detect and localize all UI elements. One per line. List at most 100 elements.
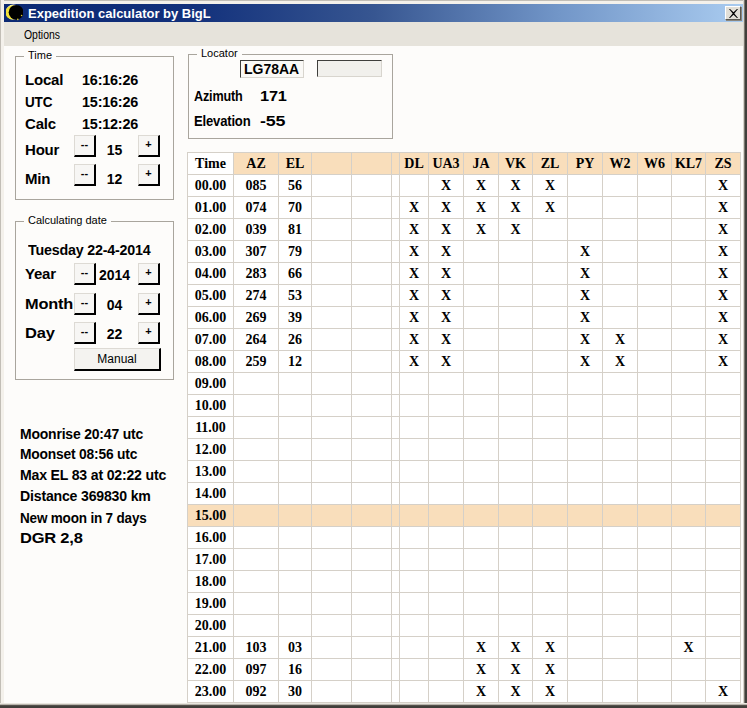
table-cell[interactable] [638,593,672,615]
table-cell[interactable] [638,263,672,285]
table-cell[interactable] [400,681,429,703]
table-cell[interactable] [568,219,603,241]
table-time-cell[interactable]: 07.00 [188,329,234,351]
table-cell[interactable] [392,571,400,593]
table-cell[interactable] [568,395,603,417]
table-cell[interactable] [638,659,672,681]
table-cell[interactable] [352,329,392,351]
table-cell[interactable] [352,615,392,637]
table-cell[interactable]: 66 [279,263,312,285]
table-cell[interactable] [499,615,533,637]
table-cell[interactable] [638,483,672,505]
table-cell[interactable] [672,593,706,615]
table-cell[interactable] [672,285,706,307]
table-cell[interactable] [533,285,568,307]
table-cell[interactable] [279,571,312,593]
table-cell[interactable] [499,527,533,549]
table-cell[interactable] [533,461,568,483]
hour-plus-button[interactable]: + [138,135,160,157]
table-cell[interactable] [464,571,499,593]
table-time-cell[interactable]: 20.00 [188,615,234,637]
table-cell[interactable] [603,219,638,241]
table-cell[interactable]: 039 [234,219,279,241]
table-cell[interactable]: 03 [279,637,312,659]
table-cell[interactable] [352,527,392,549]
table-cell[interactable] [638,505,672,527]
table-time-cell[interactable]: 05.00 [188,285,234,307]
table-cell[interactable] [499,483,533,505]
table-cell[interactable] [392,263,400,285]
table-cell[interactable] [312,637,352,659]
table-time-cell[interactable]: 00.00 [188,175,234,197]
table-cell[interactable] [499,263,533,285]
table-cell[interactable] [603,681,638,703]
table-cell[interactable] [352,395,392,417]
table-cell[interactable] [392,373,400,395]
table-cell[interactable]: X [499,659,533,681]
day-plus-button[interactable]: + [138,322,160,344]
table-cell[interactable] [603,593,638,615]
table-cell[interactable] [392,285,400,307]
table-cell[interactable] [672,351,706,373]
table-time-cell[interactable]: 17.00 [188,549,234,571]
table-cell[interactable] [279,549,312,571]
table-cell[interactable] [400,461,429,483]
table-cell[interactable] [392,175,400,197]
table-cell[interactable] [706,505,741,527]
table-cell[interactable]: X [464,197,499,219]
table-cell[interactable] [533,241,568,263]
table-cell[interactable] [568,373,603,395]
table-cell[interactable] [533,417,568,439]
table-cell[interactable] [672,681,706,703]
table-cell[interactable] [533,615,568,637]
table-cell[interactable] [312,307,352,329]
table-cell[interactable] [352,637,392,659]
table-cell[interactable] [533,395,568,417]
table-cell[interactable] [603,527,638,549]
table-cell[interactable] [533,329,568,351]
day-minus-button[interactable]: -- [74,322,96,344]
table-cell[interactable] [499,571,533,593]
table-cell[interactable] [499,439,533,461]
table-cell[interactable] [352,461,392,483]
table-cell[interactable] [400,637,429,659]
table-cell[interactable]: X [464,637,499,659]
table-cell[interactable] [672,461,706,483]
table-cell[interactable] [499,351,533,373]
table-cell[interactable] [392,197,400,219]
table-cell[interactable] [352,373,392,395]
table-cell[interactable] [312,373,352,395]
table-cell[interactable] [392,307,400,329]
table-cell[interactable] [352,593,392,615]
table-time-cell[interactable]: 04.00 [188,263,234,285]
table-cell[interactable] [603,263,638,285]
table-cell[interactable] [638,571,672,593]
table-cell[interactable] [392,615,400,637]
table-cell[interactable] [234,505,279,527]
table-cell[interactable] [234,373,279,395]
table-cell[interactable]: X [429,351,464,373]
manual-button[interactable]: Manual [74,348,161,371]
table-cell[interactable] [234,615,279,637]
table-cell[interactable] [400,659,429,681]
table-cell[interactable]: 26 [279,329,312,351]
table-cell[interactable] [603,505,638,527]
table-cell[interactable] [706,571,741,593]
table-cell[interactable] [464,483,499,505]
table-cell[interactable] [464,351,499,373]
table-cell[interactable] [312,439,352,461]
table-time-cell[interactable]: 18.00 [188,571,234,593]
table-cell[interactable] [400,373,429,395]
table-cell[interactable] [603,637,638,659]
table-cell[interactable] [568,571,603,593]
table-cell[interactable] [603,417,638,439]
table-cell[interactable] [400,593,429,615]
table-cell[interactable] [352,439,392,461]
table-cell[interactable] [312,175,352,197]
table-cell[interactable] [279,373,312,395]
year-plus-button[interactable]: + [138,263,160,285]
table-cell[interactable] [429,395,464,417]
table-cell[interactable]: X [400,351,429,373]
table-cell[interactable] [400,505,429,527]
table-cell[interactable] [234,395,279,417]
